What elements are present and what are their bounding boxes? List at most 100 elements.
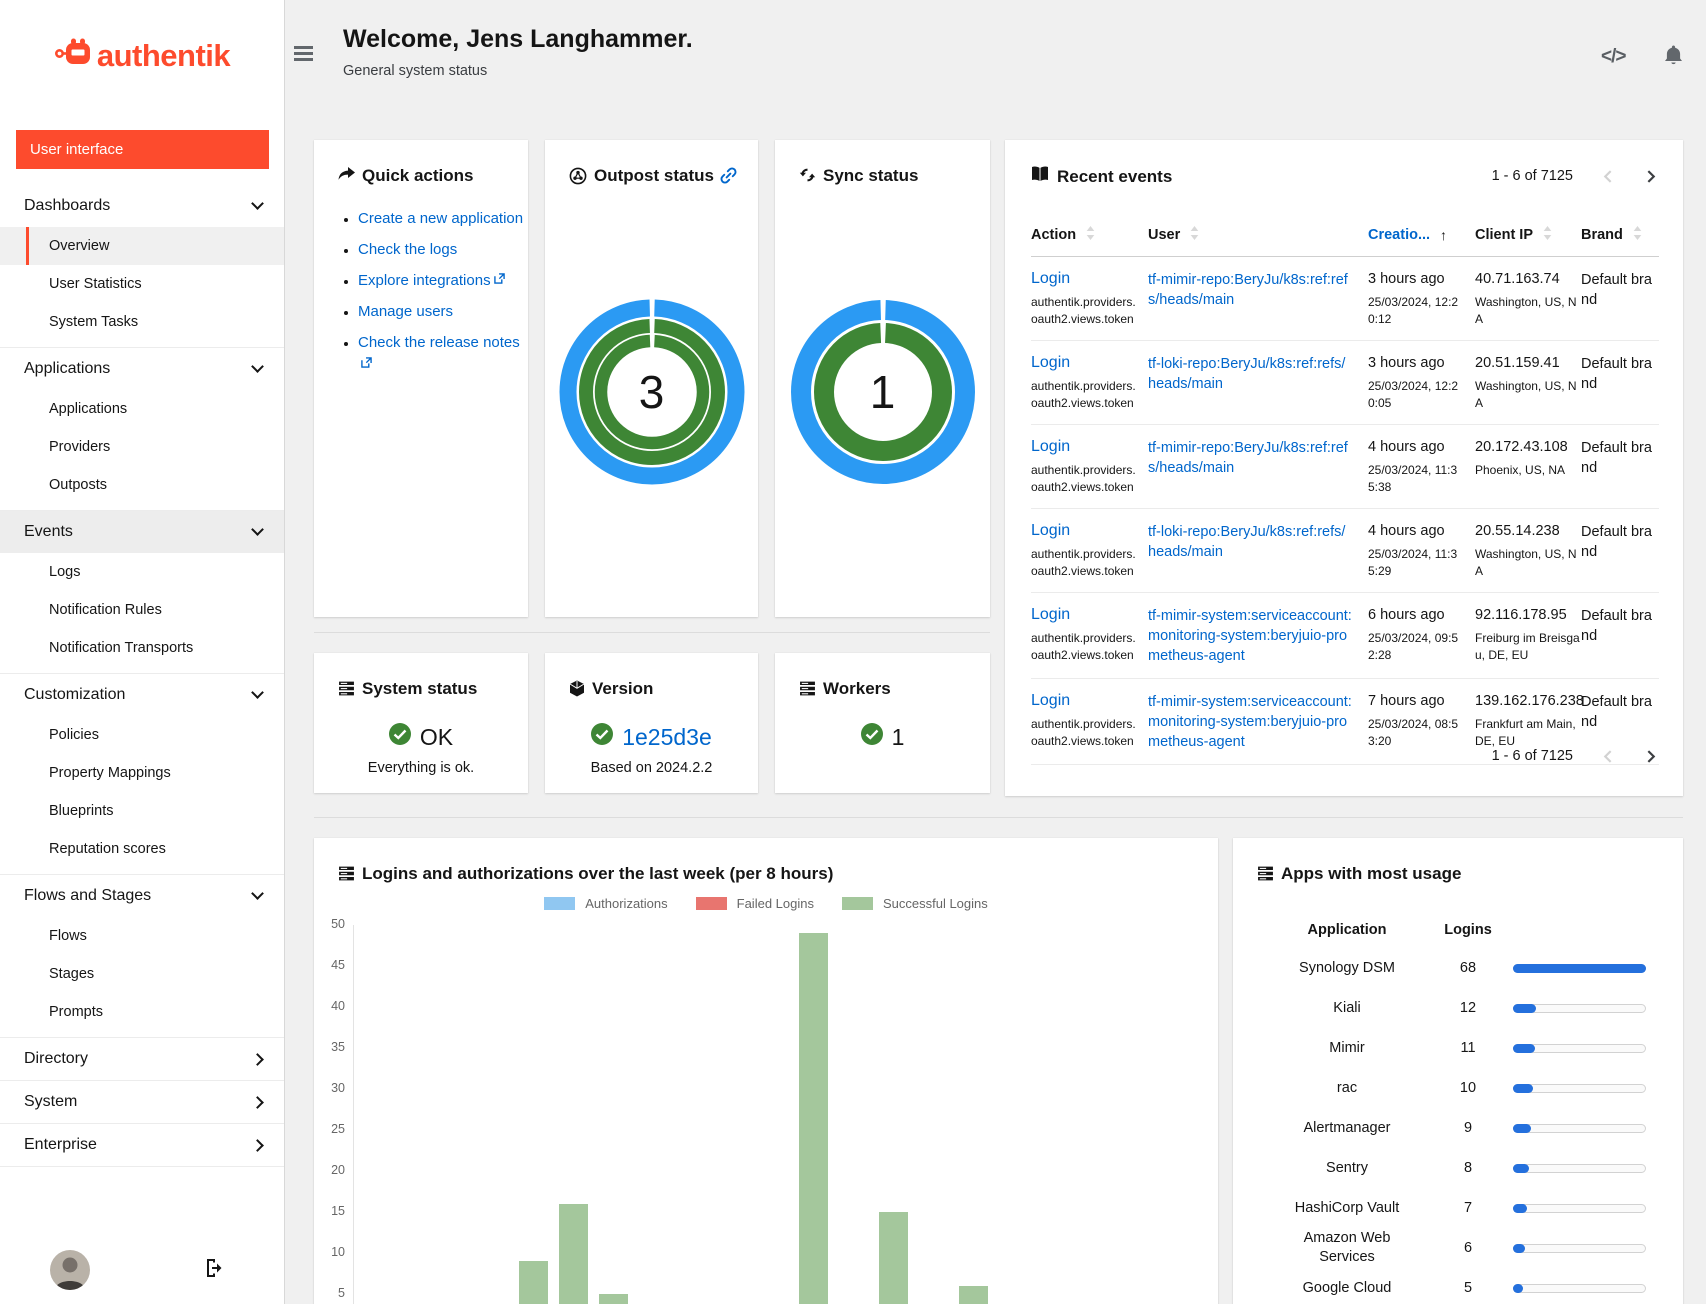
- column-header-user[interactable]: User: [1148, 226, 1368, 244]
- event-geo: Frankfurt am Main, DE, EU: [1475, 716, 1581, 750]
- sidebar-item-overview[interactable]: Overview: [0, 227, 284, 265]
- sidebar-section-header-directory[interactable]: Directory: [0, 1038, 284, 1080]
- event-geo: Washington, US, NA: [1475, 546, 1581, 580]
- y-tick-label: 15: [314, 1204, 345, 1218]
- sidebar-section-header-customization[interactable]: Customization: [0, 674, 284, 716]
- chart-bar: [559, 1204, 588, 1304]
- sync-status-value: 1: [790, 299, 976, 485]
- column-label: Action: [1031, 227, 1076, 243]
- column-header-creatio[interactable]: Creatio...↑: [1368, 226, 1475, 244]
- event-action-cell: Loginauthentik.providers. oauth2.views.t…: [1031, 438, 1148, 496]
- sidebar-section-header-enterprise[interactable]: Enterprise: [0, 1124, 284, 1166]
- sign-out-icon[interactable]: [204, 1258, 226, 1283]
- event-action-link[interactable]: Login: [1031, 270, 1070, 287]
- event-row: Loginauthentik.providers. oauth2.views.t…: [1031, 593, 1659, 679]
- event-user-cell: tf-loki-repo:BeryJu/k8s:ref:refs/heads/m…: [1148, 522, 1368, 580]
- sidebar-user-row: [0, 1250, 284, 1290]
- sidebar-item-blueprints[interactable]: Blueprints: [0, 792, 284, 830]
- hamburger-menu-icon[interactable]: [294, 46, 313, 64]
- chart-bar: [959, 1286, 988, 1304]
- sidebar-section-header-flows-and-stages[interactable]: Flows and Stages: [0, 875, 284, 917]
- column-header-brand[interactable]: Brand: [1581, 226, 1659, 244]
- event-timestamp: 25/03/2024, 11:35:38: [1368, 462, 1466, 496]
- event-user-cell: tf-mimir-system:serviceaccount:monitorin…: [1148, 692, 1368, 752]
- y-tick-label: 5: [314, 1286, 345, 1300]
- app-logins-count: 11: [1437, 1040, 1499, 1056]
- pagination-next-button[interactable]: [1644, 750, 1657, 763]
- event-action-link[interactable]: Login: [1031, 354, 1070, 371]
- sidebar-item-outposts[interactable]: Outposts: [0, 466, 284, 504]
- sidebar-item-policies[interactable]: Policies: [0, 716, 284, 754]
- app-usage-bar-cell: [1499, 1284, 1659, 1293]
- pagination-next-button[interactable]: [1644, 170, 1657, 183]
- event-brand-cell: Default brand: [1581, 354, 1657, 412]
- app-usage-bar-track: [1513, 1004, 1646, 1013]
- sidebar-item-reputation-scores[interactable]: Reputation scores: [0, 830, 284, 868]
- event-user-link[interactable]: tf-mimir-repo:BeryJu/k8s:ref:refs/heads/…: [1148, 270, 1353, 310]
- event-action-link[interactable]: Login: [1031, 692, 1070, 709]
- sidebar-section-header-events[interactable]: Events: [0, 511, 284, 553]
- event-client-ip-cell: 20.51.159.41Washington, US, NA: [1475, 354, 1581, 412]
- sidebar-section-header-applications[interactable]: Applications: [0, 348, 284, 390]
- user-interface-button[interactable]: User interface: [16, 130, 269, 169]
- sidebar-item-prompts[interactable]: Prompts: [0, 993, 284, 1031]
- pagination-prev-button[interactable]: [1602, 750, 1615, 763]
- sidebar-item-user-statistics[interactable]: User Statistics: [0, 265, 284, 303]
- pagination-prev-button[interactable]: [1602, 170, 1615, 183]
- column-header-action[interactable]: Action: [1031, 226, 1148, 244]
- sidebar-item-property-mappings[interactable]: Property Mappings: [0, 754, 284, 792]
- sidebar-section-label: System: [24, 1093, 77, 1111]
- event-action-link[interactable]: Login: [1031, 522, 1070, 539]
- event-time-ago: 3 hours ago: [1368, 270, 1475, 289]
- legend-item-authorizations[interactable]: Authorizations: [544, 896, 667, 911]
- y-tick-label: 45: [314, 958, 345, 972]
- event-user-link[interactable]: tf-mimir-system:serviceaccount:monitorin…: [1148, 692, 1353, 752]
- sidebar-item-notification-rules[interactable]: Notification Rules: [0, 591, 284, 629]
- chevron-down-icon: [251, 197, 264, 210]
- event-user-link[interactable]: tf-loki-repo:BeryJu/k8s:ref:refs/heads/m…: [1148, 522, 1353, 562]
- legend-item-successful-logins[interactable]: Successful Logins: [842, 896, 988, 911]
- sidebar-item-logs[interactable]: Logs: [0, 553, 284, 591]
- sidebar-section-label: Applications: [24, 360, 110, 378]
- sidebar-item-applications[interactable]: Applications: [0, 390, 284, 428]
- column-header-client-ip[interactable]: Client IP: [1475, 226, 1581, 244]
- quick-action-link-create-a-new-application[interactable]: Create a new application: [358, 210, 523, 227]
- sidebar-section-label: Customization: [24, 686, 125, 704]
- event-action-link[interactable]: Login: [1031, 606, 1070, 623]
- sidebar-section-header-system[interactable]: System: [0, 1081, 284, 1123]
- book-icon: [1031, 166, 1049, 187]
- version-value-link[interactable]: 1e25d3e: [622, 724, 712, 751]
- chart-legend: Authorizations Failed Logins Successful Lo…: [314, 896, 1218, 911]
- event-user-link[interactable]: tf-mimir-system:serviceaccount:monitorin…: [1148, 606, 1353, 666]
- sidebar-item-system-tasks[interactable]: System Tasks: [0, 303, 284, 341]
- event-user-link[interactable]: tf-mimir-repo:BeryJu/k8s:ref:refs/heads/…: [1148, 438, 1353, 478]
- quick-action-link-manage-users[interactable]: Manage users: [358, 303, 453, 320]
- event-action-link[interactable]: Login: [1031, 438, 1070, 455]
- event-brand-cell: Default brand: [1581, 270, 1657, 328]
- app-name: Google Cloud: [1257, 1279, 1437, 1298]
- app-usage-bar-track: [1513, 1284, 1646, 1293]
- avatar[interactable]: [50, 1250, 90, 1290]
- chart-bar: [879, 1212, 908, 1304]
- quick-action-link-check-the-logs[interactable]: Check the logs: [358, 241, 457, 258]
- app-usage-bar-fill: [1513, 1084, 1533, 1093]
- sidebar-item-stages[interactable]: Stages: [0, 955, 284, 993]
- api-code-icon[interactable]: </>: [1601, 46, 1625, 68]
- event-user-link[interactable]: tf-loki-repo:BeryJu/k8s:ref:refs/heads/m…: [1148, 354, 1353, 394]
- sidebar-item-flows[interactable]: Flows: [0, 917, 284, 955]
- event-context: authentik.providers. oauth2.views.token: [1031, 546, 1148, 580]
- sidebar-item-providers[interactable]: Providers: [0, 428, 284, 466]
- quick-action-link-check-the-release-notes[interactable]: Check the release notes: [358, 334, 520, 351]
- sidebar-item-notification-transports[interactable]: Notification Transports: [0, 629, 284, 667]
- app-usage-bar-track: [1513, 1244, 1646, 1253]
- sidebar-section-header-dashboards[interactable]: Dashboards: [0, 185, 284, 227]
- quick-action-link-explore-integrations[interactable]: Explore integrations: [358, 272, 491, 289]
- server-icon: [338, 864, 355, 886]
- notifications-bell-icon[interactable]: [1663, 44, 1684, 71]
- app-name: Amazon Web Services: [1257, 1229, 1437, 1267]
- legend-item-failed-logins[interactable]: Failed Logins: [696, 896, 814, 911]
- outpost-link-icon[interactable]: [719, 166, 738, 190]
- apps-usage-table: ApplicationLoginsSynology DSM68Kiali12Mi…: [1257, 912, 1659, 1304]
- event-row: Login authentik.providers. oauth2.views.t…: [1031, 509, 1659, 593]
- sidebar-section-label: Flows and Stages: [24, 887, 151, 905]
